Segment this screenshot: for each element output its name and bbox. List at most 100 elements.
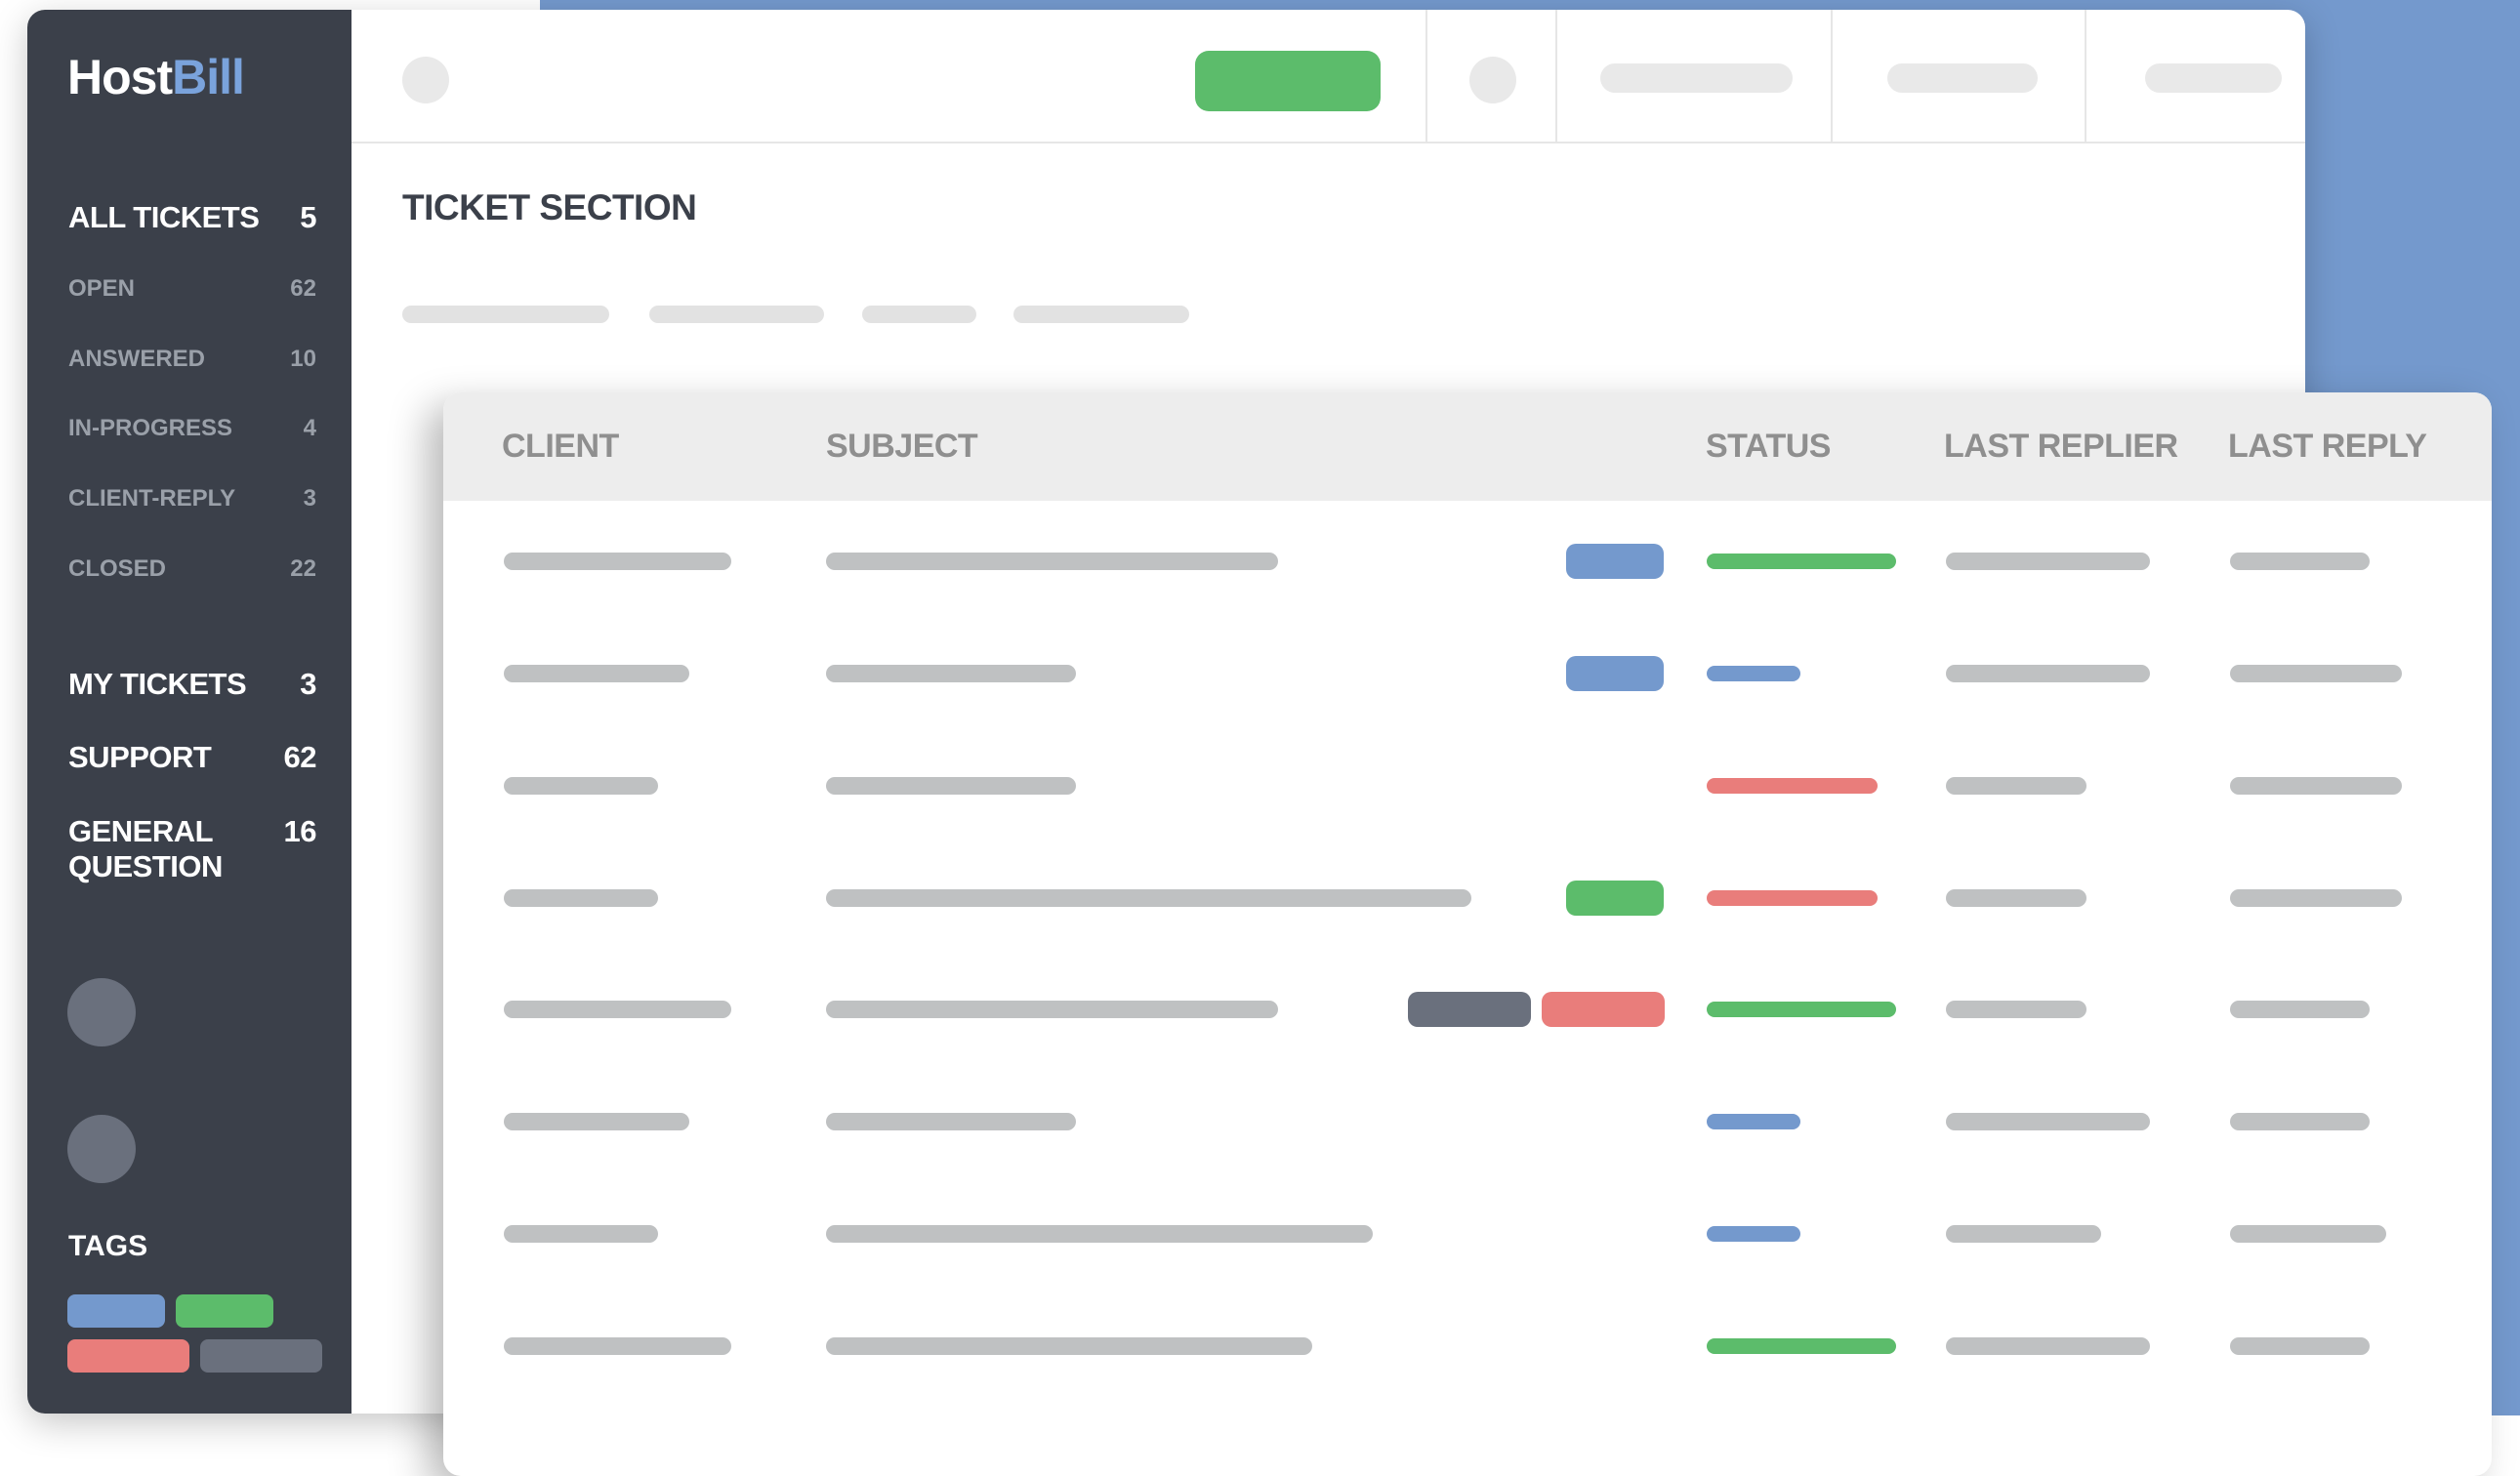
avatar-placeholder[interactable]: [67, 1115, 136, 1183]
table-header: CLIENT SUBJECT STATUS LAST REPLIER LAST …: [443, 392, 2492, 501]
tag-chip-blue[interactable]: [67, 1294, 165, 1328]
ticket-tag-chip: [1566, 544, 1664, 579]
tag-chip-red[interactable]: [67, 1339, 189, 1373]
top-bar: [351, 10, 2305, 144]
status-indicator: [1707, 554, 1896, 569]
last-reply-placeholder: [2230, 1001, 2370, 1018]
sidebar-item-count: 62: [290, 275, 316, 302]
client-name-placeholder: [504, 665, 689, 682]
sidebar-item-count: 10: [290, 346, 316, 372]
menu-toggle-icon[interactable]: [402, 57, 449, 103]
tab-placeholder[interactable]: [1013, 306, 1189, 323]
client-name-placeholder: [504, 553, 731, 570]
topbar-divider: [2085, 10, 2086, 142]
sidebar-item-all-tickets[interactable]: ALL TICKETS 5: [68, 200, 316, 235]
tag-chip-green[interactable]: [176, 1294, 273, 1328]
logo-bill-text: Bill: [172, 50, 245, 104]
last-reply-placeholder: [2230, 1113, 2370, 1130]
tab-placeholder[interactable]: [402, 306, 609, 323]
topbar-menu-item[interactable]: [1600, 63, 1793, 93]
sidebar-item-label: MY TICKETS: [68, 667, 247, 701]
sidebar-item-label: CLOSED: [68, 555, 167, 582]
table-row[interactable]: [443, 1095, 2492, 1208]
column-header-status[interactable]: STATUS: [1706, 428, 1831, 466]
avatar-placeholder[interactable]: [67, 978, 136, 1046]
last-replier-placeholder: [1946, 1337, 2150, 1355]
ticket-table-card: CLIENT SUBJECT STATUS LAST REPLIER LAST …: [443, 392, 2492, 1476]
ticket-tag-chip: [1566, 656, 1664, 691]
ticket-tag-chip: [1566, 881, 1664, 916]
sidebar-item-count: 5: [300, 200, 316, 234]
sidebar-item-open[interactable]: OPEN 62: [68, 271, 316, 307]
last-replier-placeholder: [1946, 889, 2086, 907]
sidebar-item-support[interactable]: SUPPORT 62: [68, 740, 317, 775]
sidebar-item-client-reply[interactable]: CLIENT-REPLY 3: [68, 481, 316, 516]
table-row[interactable]: [443, 983, 2492, 1095]
client-name-placeholder: [504, 1337, 731, 1355]
tags-title: TAGS: [68, 1230, 148, 1262]
logo-host-text: Host: [67, 50, 173, 104]
ticket-tag-chip: [1542, 992, 1665, 1027]
sidebar: HostBill ALL TICKETS 5 OPEN 62 ANSWERED …: [27, 10, 351, 1414]
topbar-divider: [1425, 10, 1427, 142]
subject-placeholder: [826, 1337, 1312, 1355]
subject-placeholder: [826, 553, 1278, 570]
status-indicator: [1707, 890, 1878, 906]
sidebar-item-general-question[interactable]: GENERAL QUESTION 16: [68, 814, 317, 884]
table-row[interactable]: [443, 872, 2492, 984]
sidebar-item-my-tickets[interactable]: MY TICKETS 3: [68, 667, 316, 702]
topbar-divider: [1555, 10, 1557, 142]
subject-placeholder: [826, 1113, 1076, 1130]
last-reply-placeholder: [2230, 553, 2370, 570]
new-ticket-button[interactable]: [1195, 51, 1381, 111]
table-row[interactable]: [443, 647, 2492, 759]
notification-icon[interactable]: [1469, 57, 1516, 103]
last-reply-placeholder: [2230, 665, 2402, 682]
topbar-menu-item[interactable]: [2145, 63, 2282, 93]
subject-placeholder: [826, 665, 1076, 682]
topbar-menu-item[interactable]: [1887, 63, 2038, 93]
table-row[interactable]: [443, 535, 2492, 647]
status-indicator: [1707, 1114, 1800, 1129]
table-row[interactable]: [443, 759, 2492, 872]
topbar-divider: [1831, 10, 1833, 142]
client-name-placeholder: [504, 889, 658, 907]
table-row[interactable]: [443, 1320, 2492, 1432]
table-row[interactable]: [443, 1208, 2492, 1320]
sidebar-item-count: 62: [283, 740, 317, 774]
sidebar-item-label: ALL TICKETS: [68, 200, 260, 234]
subject-placeholder: [826, 1225, 1373, 1243]
column-header-subject[interactable]: SUBJECT: [826, 428, 978, 466]
client-name-placeholder: [504, 1001, 731, 1018]
tag-chip-gray[interactable]: [200, 1339, 322, 1373]
client-name-placeholder: [504, 1225, 658, 1243]
sidebar-item-label: GENERAL QUESTION: [68, 814, 223, 883]
last-replier-placeholder: [1946, 553, 2150, 570]
column-header-last-replier[interactable]: LAST REPLIER: [1944, 428, 2178, 466]
last-replier-placeholder: [1946, 1113, 2150, 1130]
last-reply-placeholder: [2230, 889, 2402, 907]
client-name-placeholder: [504, 1113, 689, 1130]
subject-placeholder: [826, 777, 1076, 795]
sidebar-item-label: ANSWERED: [68, 346, 206, 372]
sidebar-item-count: 4: [303, 415, 316, 441]
sidebar-item-label: IN-PROGRESS: [68, 415, 233, 441]
last-replier-placeholder: [1946, 1001, 2086, 1018]
last-replier-placeholder: [1946, 665, 2150, 682]
sidebar-item-closed[interactable]: CLOSED 22: [68, 552, 316, 587]
column-header-client[interactable]: CLIENT: [502, 428, 619, 466]
status-indicator: [1707, 1226, 1800, 1242]
sidebar-item-label: CLIENT-REPLY: [68, 485, 236, 512]
page-title: TICKET SECTION: [402, 187, 697, 227]
tab-placeholder[interactable]: [649, 306, 824, 323]
sidebar-item-in-progress[interactable]: IN-PROGRESS 4: [68, 411, 316, 446]
status-indicator: [1707, 1002, 1896, 1017]
column-header-last-reply[interactable]: LAST REPLY: [2228, 428, 2427, 466]
status-indicator: [1707, 666, 1800, 681]
status-indicator: [1707, 778, 1878, 794]
sidebar-item-count: 16: [283, 814, 317, 848]
tab-placeholder[interactable]: [862, 306, 976, 323]
hostbill-logo[interactable]: HostBill: [67, 49, 245, 105]
client-name-placeholder: [504, 777, 658, 795]
sidebar-item-answered[interactable]: ANSWERED 10: [68, 342, 316, 377]
